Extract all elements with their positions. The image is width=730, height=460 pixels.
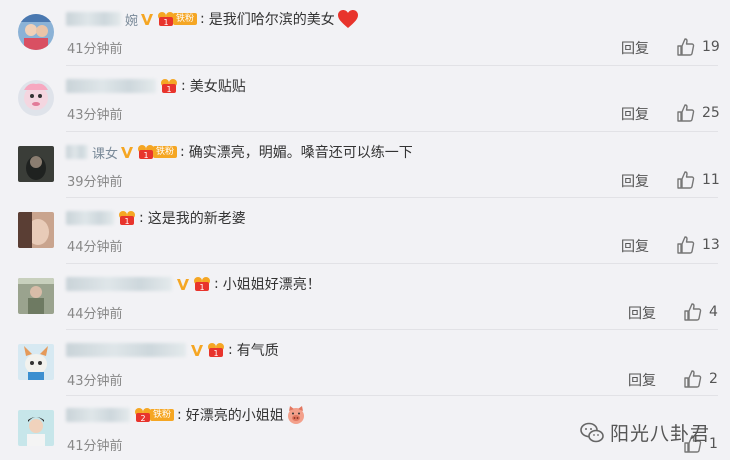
comment-time: 41分钟前 bbox=[67, 439, 123, 454]
watermark-text: 阳光八卦君 bbox=[609, 423, 710, 445]
like-button[interactable]: 25 bbox=[676, 103, 720, 123]
fan-badge-label: 铁粉 bbox=[150, 409, 175, 421]
username-fragment[interactable]: 婉 bbox=[125, 10, 138, 29]
avatar[interactable] bbox=[18, 14, 54, 50]
like-count: 19 bbox=[702, 39, 720, 55]
username[interactable] bbox=[66, 145, 88, 159]
thumbs-up-icon bbox=[677, 171, 695, 189]
comment-time: 39分钟前 bbox=[67, 175, 123, 190]
verified-icon bbox=[121, 147, 134, 158]
fan-badge: 1 bbox=[207, 342, 225, 358]
reply-button[interactable]: 回复 bbox=[628, 303, 656, 323]
comment-text: 这是我的新老婆 bbox=[147, 211, 246, 227]
reply-button[interactable]: 回复 bbox=[628, 370, 656, 390]
pig-face-icon bbox=[286, 405, 306, 425]
comment-item: 婉 1 铁粉 : 是我们哈尔滨的美女 41分钟前 回复 19 bbox=[0, 0, 730, 66]
like-button[interactable]: 13 bbox=[676, 235, 720, 255]
comment-header: 婉 1 铁粉 : 是我们哈尔滨的美女 bbox=[66, 8, 359, 30]
comment-item: 1 : 小姐姐好漂亮！ 44分钟前 回复 4 bbox=[0, 264, 730, 330]
fan-badge: 2 铁粉 bbox=[134, 407, 175, 423]
like-button[interactable]: 2 bbox=[683, 369, 718, 389]
username[interactable] bbox=[66, 277, 172, 291]
like-count: 1 bbox=[709, 436, 718, 452]
comment-header: 2 铁粉 : 好漂亮的小姐姐 bbox=[66, 404, 306, 426]
fan-crown-icon: 1 bbox=[119, 211, 135, 226]
comment-time: 41分钟前 bbox=[67, 42, 123, 57]
comment-text: 美女贴贴 bbox=[189, 79, 246, 95]
comment-header: 1 : 这是我的新老婆 bbox=[66, 207, 246, 229]
comment-text: 小姐姐好漂亮！ bbox=[222, 277, 321, 293]
fan-badge-label: 铁粉 bbox=[173, 13, 198, 25]
like-button[interactable]: 11 bbox=[676, 170, 720, 190]
verified-icon bbox=[177, 279, 189, 290]
comment-time: 43分钟前 bbox=[67, 374, 123, 389]
thumbs-up-icon bbox=[677, 38, 695, 56]
like-count: 13 bbox=[702, 237, 720, 253]
reply-button[interactable]: 回复 bbox=[621, 38, 649, 58]
heart-icon bbox=[337, 9, 359, 29]
comment-item: 课女 1 铁粉 : 确实漂亮，明媚。嗓音还可以练一下 39分钟前 回复 11 bbox=[0, 132, 730, 198]
comment-item: 1 : 有气质 43分钟前 回复 2 bbox=[0, 330, 730, 396]
watermark: 阳光八卦君 bbox=[580, 419, 710, 446]
comment-time: 44分钟前 bbox=[67, 240, 123, 255]
fan-crown-icon: 1 bbox=[161, 79, 177, 94]
avatar[interactable] bbox=[18, 278, 54, 314]
like-count: 25 bbox=[702, 105, 720, 121]
avatar[interactable] bbox=[18, 344, 54, 380]
comment-time: 43分钟前 bbox=[67, 108, 123, 123]
fan-badge: 1 铁粉 bbox=[157, 11, 198, 27]
comment-text: 确实漂亮，明媚。嗓音还可以练一下 bbox=[188, 145, 413, 161]
like-count: 2 bbox=[709, 371, 718, 387]
thumbs-up-icon bbox=[677, 236, 695, 254]
username[interactable] bbox=[66, 12, 121, 26]
comment-item: 1 : 美女贴贴 43分钟前 回复 25 bbox=[0, 66, 730, 132]
fan-level: 1 bbox=[124, 217, 129, 226]
verified-icon bbox=[191, 345, 203, 356]
fan-level: 1 bbox=[166, 85, 171, 94]
avatar[interactable] bbox=[18, 80, 54, 116]
fan-level: 1 bbox=[213, 349, 218, 358]
comment-header: 1 : 小姐姐好漂亮！ bbox=[66, 273, 321, 295]
fan-badge: 1 铁粉 bbox=[137, 144, 178, 160]
reply-button[interactable]: 回复 bbox=[621, 236, 649, 256]
username[interactable] bbox=[66, 408, 130, 422]
fan-crown-icon: 1 bbox=[194, 277, 210, 292]
comment-header: 1 : 美女贴贴 bbox=[66, 75, 246, 97]
comment-header: 1 : 有气质 bbox=[66, 339, 279, 361]
comment-item: 1 : 这是我的新老婆 44分钟前 回复 13 bbox=[0, 198, 730, 264]
fan-level: 2 bbox=[140, 414, 145, 423]
fan-badge: 1 bbox=[118, 210, 136, 226]
username[interactable] bbox=[66, 343, 186, 357]
like-count: 4 bbox=[709, 304, 718, 320]
username[interactable] bbox=[66, 79, 156, 93]
fan-level: 1 bbox=[163, 18, 168, 27]
avatar[interactable] bbox=[18, 212, 54, 248]
avatar[interactable] bbox=[18, 146, 54, 182]
username-fragment[interactable]: 课女 bbox=[92, 143, 118, 162]
fan-badge: 1 bbox=[193, 276, 211, 292]
like-button[interactable]: 19 bbox=[676, 37, 720, 57]
like-count: 11 bbox=[702, 172, 720, 188]
username[interactable] bbox=[66, 211, 114, 225]
fan-badge: 1 bbox=[160, 78, 178, 94]
comment-text: 好漂亮的小姐姐 bbox=[185, 408, 284, 424]
wechat-icon bbox=[580, 422, 604, 442]
avatar[interactable] bbox=[18, 410, 54, 446]
comment-header: 课女 1 铁粉 : 确实漂亮，明媚。嗓音还可以练一下 bbox=[66, 141, 413, 163]
comment-time: 44分钟前 bbox=[67, 307, 123, 322]
fan-level: 1 bbox=[199, 283, 204, 292]
verified-icon bbox=[141, 14, 154, 25]
thumbs-up-icon bbox=[684, 370, 702, 388]
comment-text: 是我们哈尔滨的美女 bbox=[208, 12, 335, 28]
reply-button[interactable]: 回复 bbox=[621, 171, 649, 191]
comment-text: 有气质 bbox=[236, 343, 279, 359]
thumbs-up-icon bbox=[684, 303, 702, 321]
fan-crown-icon: 1 bbox=[208, 343, 224, 358]
fan-badge-label: 铁粉 bbox=[153, 146, 178, 158]
reply-button[interactable]: 回复 bbox=[621, 104, 649, 124]
like-button[interactable]: 4 bbox=[683, 302, 718, 322]
thumbs-up-icon bbox=[677, 104, 695, 122]
fan-level: 1 bbox=[143, 151, 148, 160]
